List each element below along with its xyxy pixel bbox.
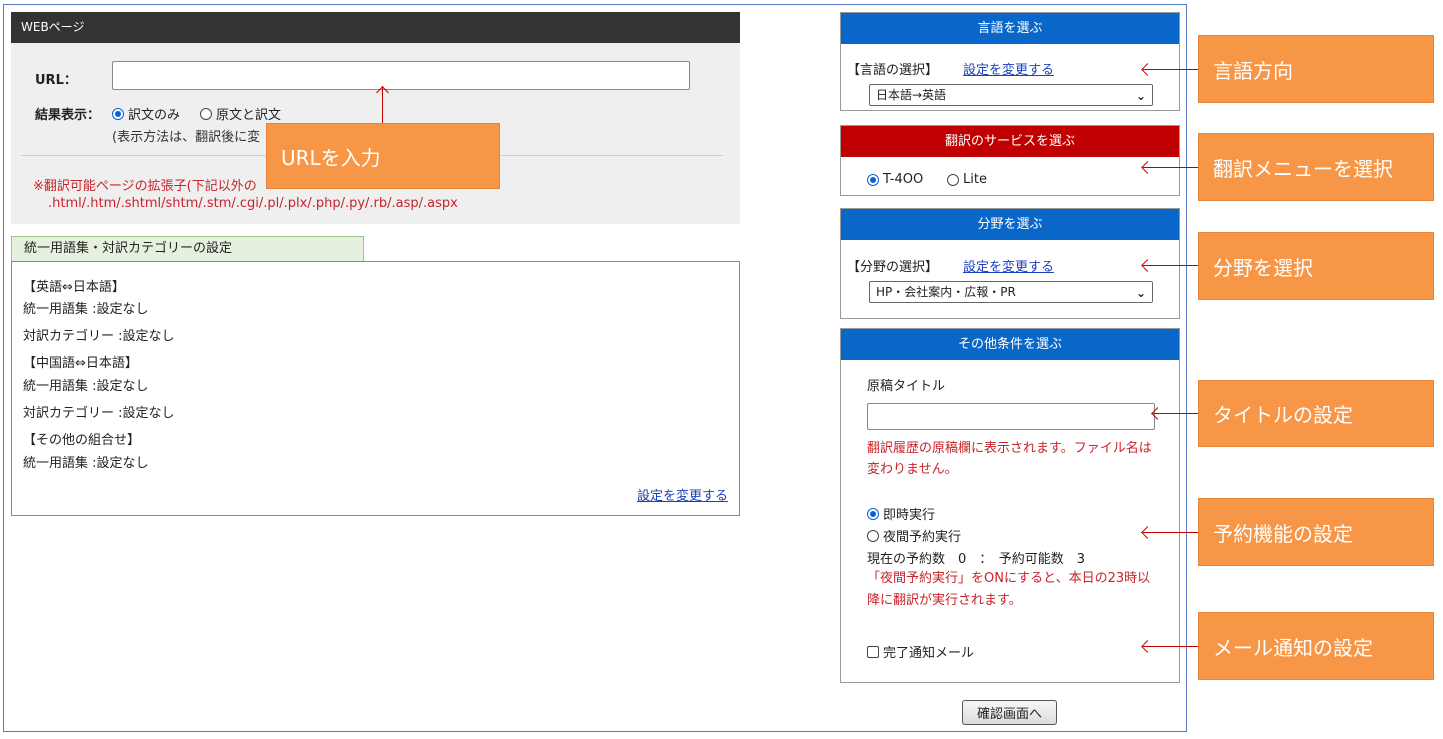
radio-label: T-4OO [883, 172, 924, 187]
callout-url: URLを入力 [266, 123, 500, 189]
radio-label: 即時実行 [883, 508, 936, 523]
title-label: 原稿タイトル [867, 379, 946, 394]
chevron-down-icon: ⌄ [1135, 286, 1146, 300]
radio-label: Lite [963, 172, 987, 187]
language-selected-value: 日本語→英語 [876, 88, 947, 102]
callout-title: タイトルの設定 [1198, 380, 1434, 447]
field-panel: 分野を選ぶ 【分野の選択】 設定を変更する HP・会社案内・広報・PR ⌄ [840, 208, 1180, 319]
radio-unchecked-icon [867, 529, 879, 542]
radio-night-reserve[interactable]: 夜間予約実行 [867, 526, 961, 545]
radio-checked-icon [867, 507, 879, 520]
title-note-line-1: 翻訳履歴の原稿欄に表示されます。ファイル名は [867, 441, 1152, 456]
radio-service-t400[interactable]: T-4OO [867, 172, 923, 187]
night-note-line-2: 降に翻訳が実行されます。 [867, 593, 1022, 608]
callout-field: 分野を選択 [1198, 232, 1434, 300]
radio-unchecked-icon [200, 107, 212, 120]
glossary-line: 対訳カテゴリー :設定なし [23, 406, 175, 421]
radio-label: 夜間予約実行 [883, 530, 962, 545]
callout-menu: 翻訳メニューを選択 [1198, 133, 1434, 201]
radio-label: 訳文のみ [128, 108, 181, 123]
checkbox-label: 完了通知メール [883, 646, 975, 661]
service-panel: 翻訳のサービスを選ぶ T-4OO Lite [840, 125, 1180, 196]
other-conditions-panel: その他条件を選ぶ 原稿タイトル 翻訳履歴の原稿欄に表示されます。ファイル名は 変… [840, 328, 1180, 683]
glossary-line: 統一用語集 :設定なし [23, 302, 149, 317]
callout-mail: メール通知の設定 [1198, 612, 1434, 680]
radio-translation-only[interactable]: 訳文のみ [112, 104, 180, 123]
glossary-tab: 統一用語集・対訳カテゴリーの設定 [11, 236, 364, 261]
language-select[interactable]: 日本語→英語 ⌄ [869, 84, 1153, 106]
callout-language: 言語方向 [1198, 35, 1434, 103]
callout-reserve: 予約機能の設定 [1198, 498, 1434, 566]
confirm-button[interactable]: 確認画面へ [962, 700, 1057, 725]
field-label: 【分野の選択】 [847, 260, 939, 275]
language-header: 言語を選ぶ [841, 13, 1179, 44]
checkbox-unchecked-icon [867, 645, 879, 658]
glossary-line: 【中国語⇔日本語】 [23, 356, 138, 371]
url-label: URL： [35, 73, 77, 88]
field-select[interactable]: HP・会社案内・広報・PR ⌄ [869, 281, 1153, 303]
field-change-link[interactable]: 設定を変更する [963, 256, 1054, 275]
glossary-line: 統一用語集 :設定なし [23, 379, 149, 394]
radio-label: 原文と訳文 [216, 108, 282, 123]
title-note-line-2: 変わりません。 [867, 462, 958, 477]
display-method-note: (表示方法は、翻訳後に変 [112, 130, 261, 145]
radio-checked-icon [112, 107, 124, 120]
title-input[interactable] [867, 403, 1155, 430]
mail-notify-checkbox[interactable]: 完了通知メール [867, 642, 974, 661]
radio-immediate[interactable]: 即時実行 [867, 504, 935, 523]
chevron-down-icon: ⌄ [1135, 89, 1146, 103]
glossary-line: 統一用語集 :設定なし [23, 456, 149, 471]
service-header: 翻訳のサービスを選ぶ [841, 126, 1179, 157]
glossary-line: 【英語⇔日本語】 [23, 280, 125, 295]
extension-note: ※翻訳可能ページの拡張子(下記以外の [33, 179, 257, 194]
result-display-label: 結果表示： [35, 108, 101, 123]
language-label: 【言語の選択】 [847, 63, 939, 78]
radio-service-lite[interactable]: Lite [947, 172, 987, 187]
glossary-change-link[interactable]: 設定を変更する [637, 485, 728, 504]
language-panel: 言語を選ぶ 【言語の選択】 設定を変更する 日本語→英語 ⌄ [840, 12, 1180, 111]
radio-checked-icon [867, 173, 879, 186]
radio-original-and-translation[interactable]: 原文と訳文 [200, 104, 281, 123]
extension-list: .html/.htm/.shtml/shtm/.stm/.cgi/.pl/.pl… [48, 196, 458, 211]
field-header: 分野を選ぶ [841, 209, 1179, 240]
glossary-line: 【その他の組合せ】 [23, 433, 141, 448]
other-conditions-header: その他条件を選ぶ [841, 329, 1179, 360]
field-selected-value: HP・会社案内・広報・PR [876, 285, 1016, 299]
web-page-panel: WEBページ URL： 結果表示： 訳文のみ 原文と訳文 (表示方法は、翻訳後に… [11, 12, 740, 224]
reserve-status: 現在の予約数 0 ： 予約可能数 3 [867, 552, 1086, 567]
language-change-link[interactable]: 設定を変更する [963, 59, 1054, 78]
glossary-box: 【英語⇔日本語】 統一用語集 :設定なし 対訳カテゴリー :設定なし 【中国語⇔… [11, 261, 740, 516]
glossary-line: 対訳カテゴリー :設定なし [23, 329, 175, 344]
radio-unchecked-icon [947, 173, 959, 186]
web-panel-header: WEBページ [11, 12, 740, 43]
url-input[interactable] [112, 61, 690, 90]
night-note-line-1: 「夜間予約実行」をONにすると、本日の23時以 [867, 571, 1151, 586]
